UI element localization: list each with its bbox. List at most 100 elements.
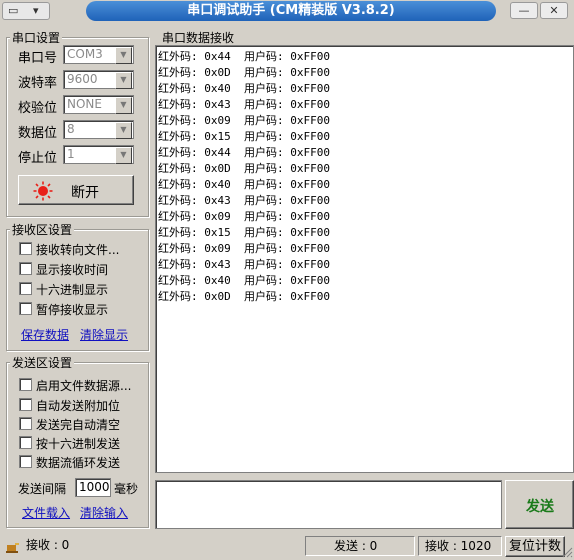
auto-clear-checkbox[interactable] <box>19 417 32 430</box>
ir-code: 红外码: 0x43 <box>158 98 231 111</box>
send-interval-unit: 毫秒 <box>114 482 139 496</box>
stopbits-select[interactable]: 1 ▼ <box>63 145 134 164</box>
disconnect-button[interactable]: 断开 <box>18 175 134 205</box>
port-value: COM3 <box>67 47 103 61</box>
app-status-icon <box>6 543 19 553</box>
close-icon: ✕ <box>549 4 559 17</box>
file-load-link[interactable]: 文件载入 <box>22 504 70 521</box>
user-code: 用户码: 0xFF00 <box>244 162 330 175</box>
recv-to-file-label: 接收转向文件... <box>36 243 120 257</box>
databits-select[interactable]: 8 ▼ <box>63 120 134 139</box>
stopbits-value: 1 <box>67 147 75 161</box>
user-code: 用户码: 0xFF00 <box>244 226 330 239</box>
chevron-down-icon[interactable]: ▼ <box>115 72 132 89</box>
resize-grip-icon[interactable] <box>561 546 573 558</box>
ir-code: 红外码: 0x15 <box>158 130 231 143</box>
chevron-down-icon: ▾ <box>33 4 39 17</box>
receive-line: 红外码: 0x44 用户码: 0xFF00 <box>158 144 330 160</box>
chevron-down-icon[interactable]: ▼ <box>115 147 132 164</box>
receive-settings-legend: 接收区设置 <box>10 221 75 238</box>
parity-select[interactable]: NONE ▼ <box>63 95 134 114</box>
close-button[interactable]: ✕ <box>540 2 568 19</box>
minimize-icon: — <box>518 4 530 17</box>
chevron-down-icon[interactable]: ▼ <box>115 97 132 114</box>
baud-value: 9600 <box>67 72 98 86</box>
status-bar: 接收 : 0 发送 : 0 接收 : 1020 复位计数 <box>0 534 574 560</box>
ir-code: 红外码: 0x0D <box>158 290 231 303</box>
window-icon: ▭ <box>8 4 19 17</box>
user-code: 用户码: 0xFF00 <box>244 146 330 159</box>
system-menu-button[interactable]: ▭ ▾ <box>2 2 50 20</box>
ir-code: 红外码: 0x0D <box>158 162 231 175</box>
receive-line: 红外码: 0x44 用户码: 0xFF00 <box>158 48 330 64</box>
user-code: 用户码: 0xFF00 <box>244 50 330 63</box>
baud-select[interactable]: 9600 ▼ <box>63 70 134 89</box>
receive-line: 红外码: 0x40 用户码: 0xFF00 <box>158 272 330 288</box>
chevron-down-icon[interactable]: ▼ <box>115 47 132 64</box>
pause-recv-checkbox[interactable] <box>19 302 32 315</box>
ir-code: 红外码: 0x43 <box>158 194 231 207</box>
loop-send-checkbox[interactable] <box>19 455 32 468</box>
ir-code: 红外码: 0x09 <box>158 210 231 223</box>
hex-send-checkbox[interactable] <box>19 436 32 449</box>
user-code: 用户码: 0xFF00 <box>244 290 330 303</box>
user-code: 用户码: 0xFF00 <box>244 130 330 143</box>
send-interval-input[interactable]: 1000 <box>75 478 111 497</box>
minimize-button[interactable]: — <box>510 2 538 19</box>
recv-to-file-checkbox[interactable] <box>19 242 32 255</box>
auto-append-label: 自动发送附加位 <box>36 399 121 413</box>
ir-code: 红外码: 0x09 <box>158 242 231 255</box>
port-select[interactable]: COM3 ▼ <box>63 45 134 64</box>
ir-code: 红外码: 0x09 <box>158 114 231 127</box>
send-settings-legend: 发送区设置 <box>10 354 75 371</box>
receive-line: 红外码: 0x15 用户码: 0xFF00 <box>158 224 330 240</box>
ir-code: 红外码: 0x44 <box>158 50 231 63</box>
send-button[interactable]: 发送 <box>505 480 574 529</box>
auto-clear-label: 发送完自动清空 <box>36 418 121 432</box>
stopbits-label: 停止位 <box>18 151 58 166</box>
receive-line: 红外码: 0x0D 用户码: 0xFF00 <box>158 160 330 176</box>
user-code: 用户码: 0xFF00 <box>244 66 330 79</box>
receive-line: 红外码: 0x09 用户码: 0xFF00 <box>158 112 330 128</box>
user-code: 用户码: 0xFF00 <box>244 258 330 271</box>
receive-line: 红外码: 0x0D 用户码: 0xFF00 <box>158 288 330 304</box>
parity-value: NONE <box>67 97 102 111</box>
window-title: 串口调试助手 (CM精装版 V3.8.2) <box>86 1 496 21</box>
clear-display-link[interactable]: 清除显示 <box>80 326 128 343</box>
pause-recv-label: 暂停接收显示 <box>36 303 109 317</box>
ir-code: 红外码: 0x15 <box>158 226 231 239</box>
save-data-link[interactable]: 保存数据 <box>21 326 69 343</box>
title-bar: ▭ ▾ 串口调试助手 (CM精装版 V3.8.2) — ✕ <box>0 0 574 22</box>
auto-append-checkbox[interactable] <box>19 398 32 411</box>
ir-code: 红外码: 0x40 <box>158 82 231 95</box>
receive-area-legend: 串口数据接收 <box>160 29 237 46</box>
file-source-label: 启用文件数据源... <box>36 379 132 393</box>
receive-textarea[interactable]: 红外码: 0x44 用户码: 0xFF00 红外码: 0x0D 用户码: 0xFF… <box>155 45 574 473</box>
send-textarea[interactable] <box>155 480 502 529</box>
disconnect-label: 断开 <box>71 185 99 201</box>
file-source-checkbox[interactable] <box>19 378 32 391</box>
receive-line: 红外码: 0x09 用户码: 0xFF00 <box>158 240 330 256</box>
port-label: 串口号 <box>18 51 58 66</box>
databits-value: 8 <box>67 122 75 136</box>
reset-count-button[interactable]: 复位计数 <box>505 536 565 557</box>
receive-line: 红外码: 0x09 用户码: 0xFF00 <box>158 208 330 224</box>
hex-display-checkbox[interactable] <box>19 282 32 295</box>
ir-code: 红外码: 0x43 <box>158 258 231 271</box>
user-code: 用户码: 0xFF00 <box>244 82 330 95</box>
receive-line: 红外码: 0x43 用户码: 0xFF00 <box>158 192 330 208</box>
clear-input-link[interactable]: 清除输入 <box>80 504 128 521</box>
chevron-down-icon[interactable]: ▼ <box>115 122 132 139</box>
hex-display-label: 十六进制显示 <box>36 283 109 297</box>
show-recv-time-checkbox[interactable] <box>19 262 32 275</box>
ir-code: 红外码: 0x44 <box>158 146 231 159</box>
